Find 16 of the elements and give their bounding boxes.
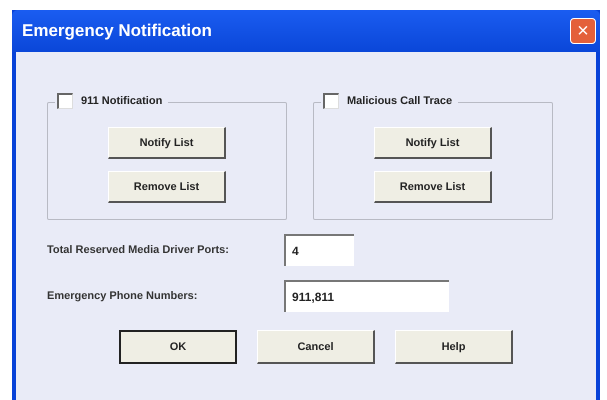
field-label: Emergency Phone Numbers:: [47, 290, 198, 302]
list-button[interactable]: Notify List: [374, 127, 492, 159]
list-button[interactable]: Remove List: [374, 171, 492, 203]
checkbox[interactable]: [57, 93, 73, 109]
field-label: Total Reserved Media Driver Ports:: [47, 244, 230, 256]
window-title: Emergency Notification: [22, 21, 212, 41]
input-field[interactable]: 911,811: [284, 280, 449, 312]
checkbox[interactable]: [323, 93, 339, 109]
checkbox-label: 911 Notification: [81, 95, 162, 107]
list-button[interactable]: Notify List: [108, 127, 226, 159]
list-button[interactable]: Remove List: [108, 171, 226, 203]
input-field[interactable]: 4: [284, 234, 354, 266]
dialog-button[interactable]: Help: [395, 330, 513, 364]
dialog-button[interactable]: Cancel: [257, 330, 375, 364]
checkbox-label: Malicious Call Trace: [347, 95, 452, 107]
dialog-button[interactable]: OK: [119, 330, 237, 364]
